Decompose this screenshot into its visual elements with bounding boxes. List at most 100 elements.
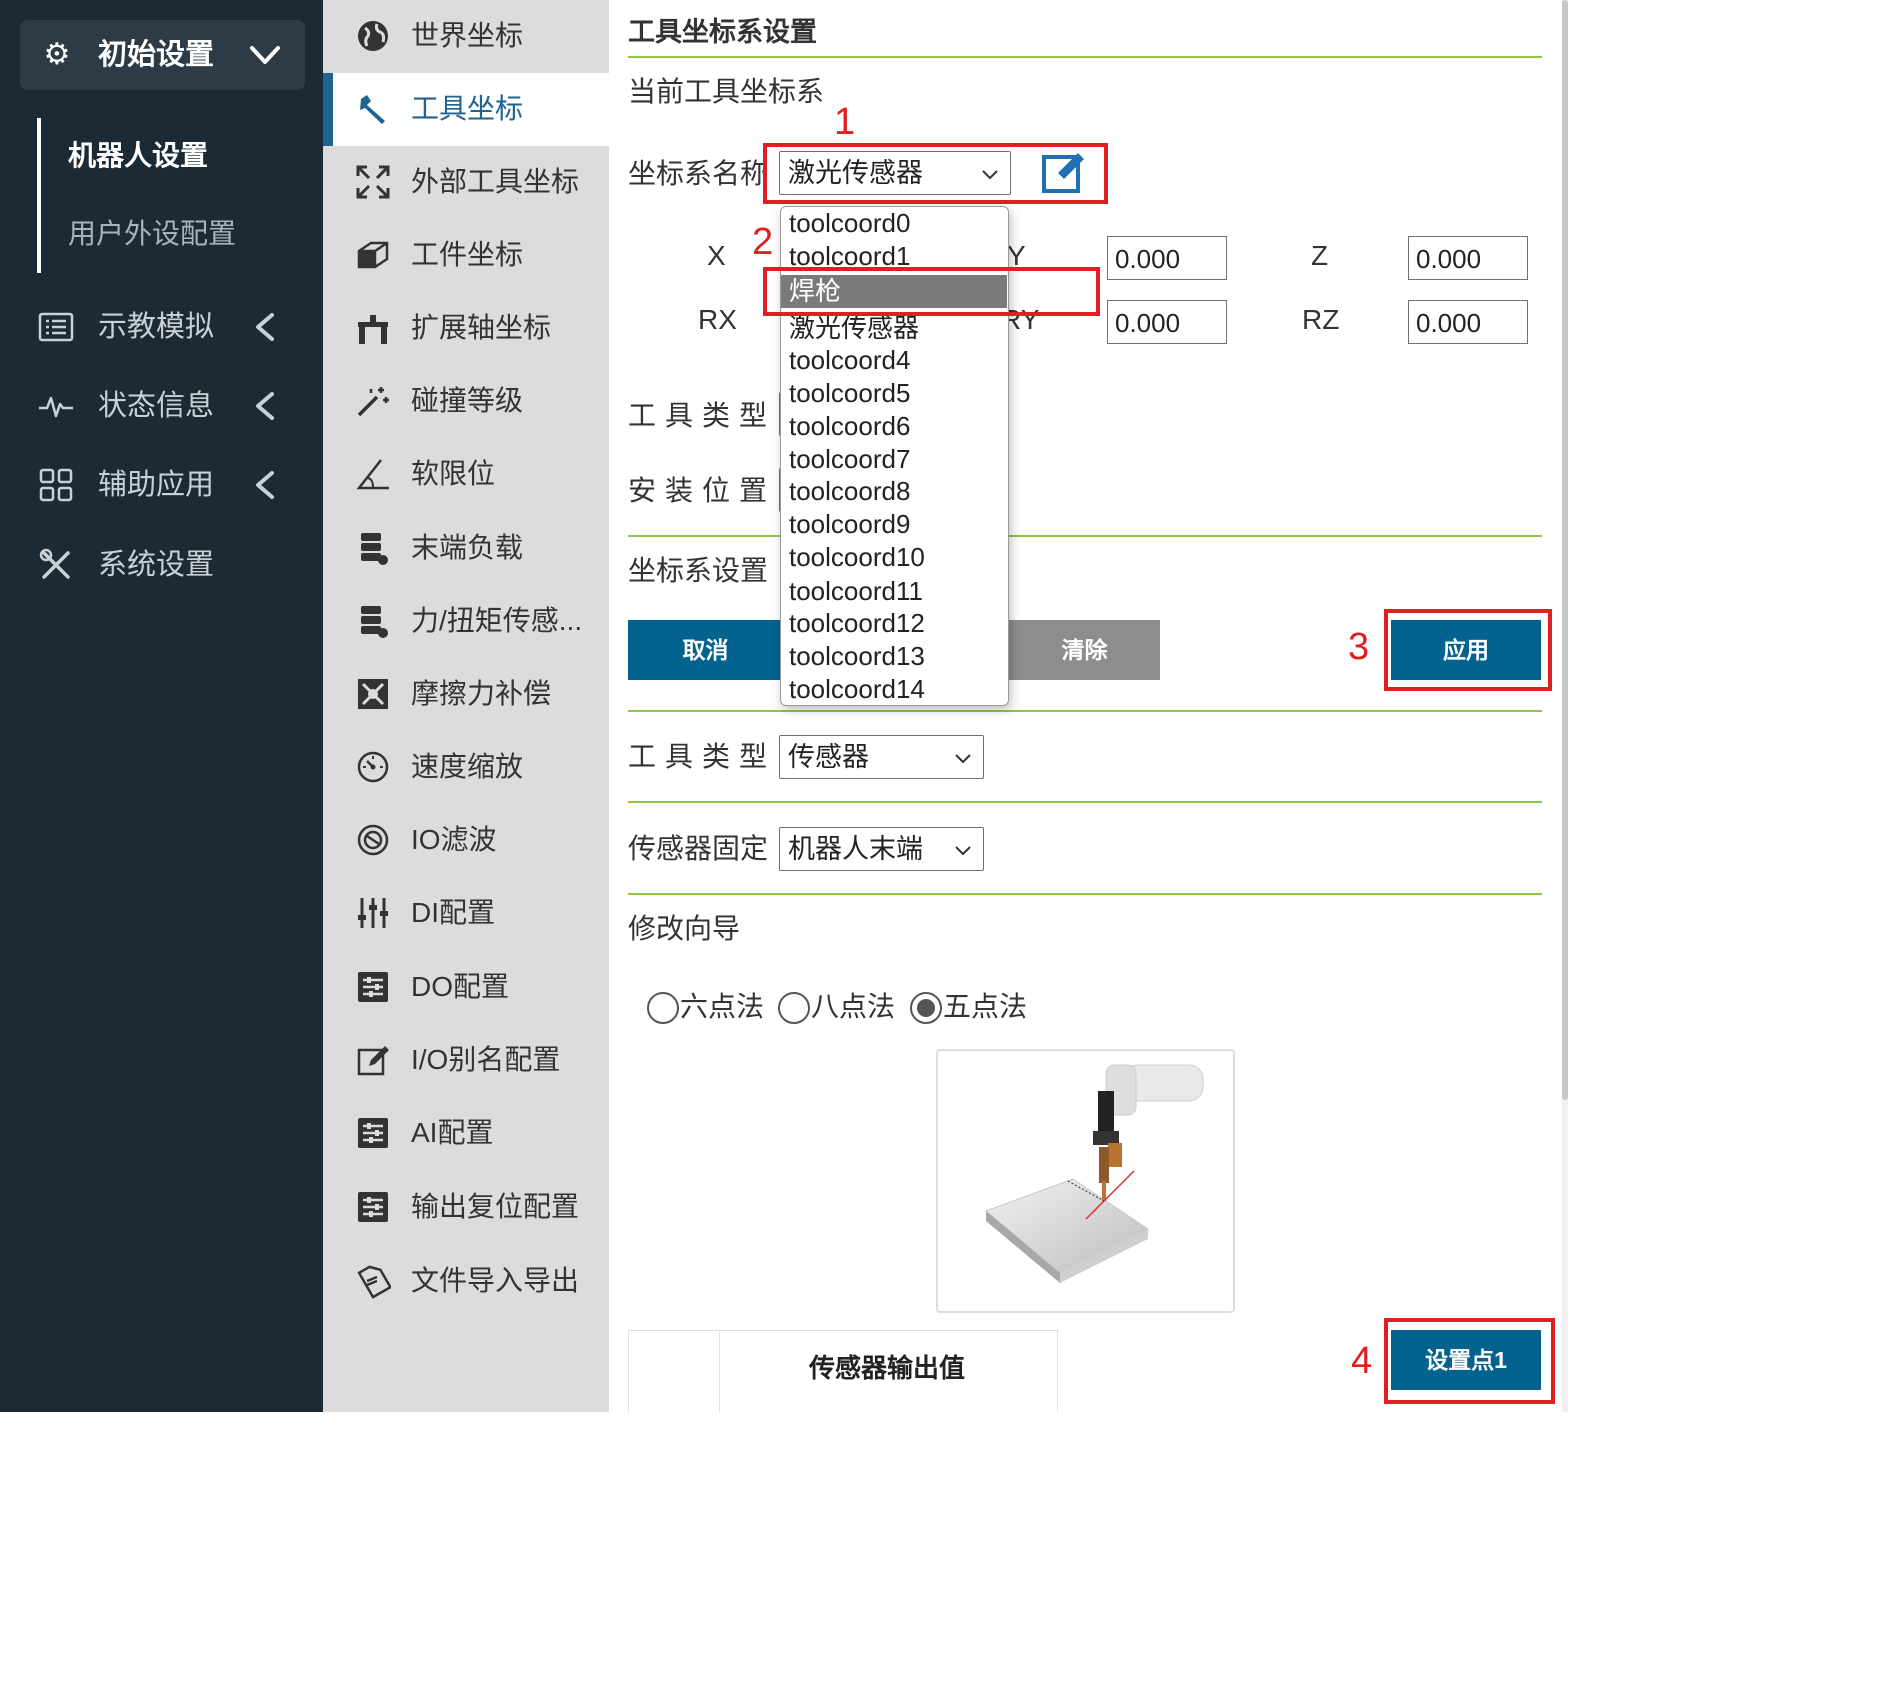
cancel-button[interactable]: 取消 bbox=[628, 620, 783, 680]
menu-item-label: 摩擦力补偿 bbox=[411, 678, 552, 709]
tool-type-label-2: 工具类型 bbox=[628, 741, 777, 772]
menu-item-soft-limit[interactable]: 软限位 bbox=[323, 438, 609, 511]
list-icon bbox=[38, 312, 74, 342]
menu-item-label: I/O别名配置 bbox=[411, 1044, 561, 1075]
divider bbox=[628, 801, 1542, 803]
dropdown-option[interactable]: toolcoord6 bbox=[781, 410, 1007, 443]
five-point-method-illustration bbox=[936, 1049, 1235, 1313]
sidebar-item-status-info[interactable]: 状态信息 bbox=[0, 376, 323, 436]
chevron-down-icon bbox=[955, 754, 971, 764]
annotation-box-4 bbox=[1384, 1318, 1555, 1404]
sidebar-item-label: 状态信息 bbox=[98, 390, 215, 422]
sensor-icon bbox=[361, 606, 388, 638]
menu-item-tool-coord[interactable]: 工具坐标 bbox=[323, 73, 609, 146]
sensor-fixed-label: 传感器固定 bbox=[628, 833, 769, 864]
menu-item-label: 软限位 bbox=[411, 458, 496, 489]
divider bbox=[628, 56, 1542, 58]
five-point-label: 五点法 bbox=[943, 991, 1028, 1022]
menu-item-di-config[interactable]: DI配置 bbox=[323, 877, 609, 950]
dropdown-option[interactable]: toolcoord7 bbox=[781, 443, 1007, 476]
six-point-radio[interactable] bbox=[647, 992, 679, 1024]
dropdown-option[interactable]: toolcoord5 bbox=[781, 377, 1007, 410]
page-title: 工具坐标系设置 bbox=[628, 17, 817, 47]
scrollbar-thumb[interactable] bbox=[1562, 0, 1568, 1100]
menu-item-do-config[interactable]: DO配置 bbox=[323, 951, 609, 1024]
tool-type-value: 传感器 bbox=[788, 742, 869, 772]
menu-item-collision-level[interactable]: 碰撞等级 bbox=[323, 365, 609, 438]
menu-item-speed-scaling[interactable]: 速度缩放 bbox=[323, 731, 609, 804]
menu-item-extension-axis-coord[interactable]: 扩展轴坐标 bbox=[323, 292, 609, 365]
expand-icon bbox=[356, 165, 390, 199]
five-point-radio[interactable] bbox=[910, 992, 942, 1024]
chevron-left-icon bbox=[256, 313, 274, 341]
sidebar-item-robot-settings[interactable]: 机器人设置 bbox=[68, 138, 208, 174]
load-icon bbox=[361, 533, 388, 565]
menu-item-label: 外部工具坐标 bbox=[411, 166, 580, 197]
annotation-box-2 bbox=[763, 267, 1100, 316]
chevron-down-icon bbox=[955, 846, 971, 856]
tools-icon bbox=[39, 548, 70, 579]
sidebar-item-auxiliary-apps[interactable]: 辅助应用 bbox=[0, 455, 323, 515]
sensor-fixed-value: 机器人末端 bbox=[788, 834, 923, 864]
menu-item-label: 力/扭矩传感... bbox=[411, 605, 583, 636]
sensor-output-table: 传感器输出值 bbox=[628, 1330, 1058, 1413]
dropdown-option[interactable]: toolcoord0 bbox=[781, 207, 1007, 240]
tool-type-select[interactable]: 传感器 bbox=[779, 735, 984, 779]
robot-sensor-illustration bbox=[985, 1064, 1204, 1283]
ry-value: 0.000 bbox=[1115, 308, 1181, 338]
menu-item-world-coord[interactable]: 世界坐标 bbox=[323, 0, 609, 73]
annotation-number-1: 1 bbox=[834, 101, 856, 143]
menu-item-io-filter[interactable]: IO滤波 bbox=[323, 804, 609, 877]
dropdown-option[interactable]: toolcoord4 bbox=[781, 344, 1007, 377]
menu-item-label: 末端负载 bbox=[411, 532, 524, 563]
sidebar-item-user-peripherals[interactable]: 用户外设配置 bbox=[68, 216, 236, 252]
annotation-box-3 bbox=[1384, 609, 1552, 691]
dropdown-option[interactable]: toolcoord8 bbox=[781, 475, 1007, 508]
eight-point-radio[interactable] bbox=[778, 992, 810, 1024]
menu-item-io-alias-config[interactable]: I/O别名配置 bbox=[323, 1024, 609, 1097]
sensor-fixed-select[interactable]: 机器人末端 bbox=[779, 827, 984, 871]
install-position-label: 安装位置 bbox=[628, 475, 777, 506]
clear-button[interactable]: 清除 bbox=[1009, 620, 1160, 680]
initial-settings-header[interactable]: ⚙ 初始设置 bbox=[20, 20, 305, 90]
menu-item-label: 碰撞等级 bbox=[411, 385, 524, 416]
menu-item-output-reset-config[interactable]: 输出复位配置 bbox=[323, 1171, 609, 1244]
extension-axis-icon bbox=[358, 315, 388, 344]
menu-item-external-tool-coord[interactable]: 外部工具坐标 bbox=[323, 146, 609, 219]
dropdown-option[interactable]: toolcoord10 bbox=[781, 541, 1007, 574]
dropdown-option[interactable]: 激光传感器 bbox=[781, 312, 1007, 345]
current-tool-coord-label: 当前工具坐标系 bbox=[628, 76, 825, 107]
active-indicator bbox=[323, 73, 333, 146]
menu-item-file-import-export[interactable]: 文件导入导出 bbox=[323, 1245, 609, 1318]
dropdown-option[interactable]: toolcoord13 bbox=[781, 640, 1007, 673]
menu-item-end-load[interactable]: 末端负载 bbox=[323, 512, 609, 585]
sidebar: ⚙ 初始设置 机器人设置 用户外设配置 示教模拟 状态信息 辅助应用 系统设置 bbox=[0, 0, 323, 1412]
config-icon bbox=[358, 972, 388, 1002]
y-value: 0.000 bbox=[1115, 244, 1181, 274]
wizard-label: 修改向导 bbox=[628, 913, 741, 944]
menu-item-force-torque-sensor[interactable]: 力/扭矩传感... bbox=[323, 585, 609, 658]
menu-item-label: 文件导入导出 bbox=[411, 1265, 580, 1296]
dropdown-option[interactable]: toolcoord9 bbox=[781, 508, 1007, 541]
y-input[interactable]: 0.000 bbox=[1107, 236, 1227, 280]
menu-item-label: DO配置 bbox=[411, 971, 510, 1002]
dropdown-option[interactable]: toolcoord12 bbox=[781, 607, 1007, 640]
sidebar-item-label: 系统设置 bbox=[98, 549, 215, 581]
z-input[interactable]: 0.000 bbox=[1408, 236, 1528, 280]
tool-type-label: 工具类型 bbox=[628, 400, 777, 431]
menu-item-friction-compensation[interactable]: 摩擦力补偿 bbox=[323, 658, 609, 731]
menu-item-workpiece-coord[interactable]: 工件坐标 bbox=[323, 219, 609, 292]
settings-menu: 世界坐标 工具坐标 外部工具坐标 工件坐标 扩展轴坐标 碰撞等级 软限位 末端负… bbox=[323, 0, 609, 1412]
dropdown-option[interactable]: toolcoord14 bbox=[781, 673, 1007, 705]
sidebar-item-teach-simulation[interactable]: 示教模拟 bbox=[0, 297, 323, 357]
six-point-label: 六点法 bbox=[680, 991, 765, 1022]
gear-icon: ⚙ bbox=[43, 38, 71, 71]
dropdown-option[interactable]: toolcoord11 bbox=[781, 575, 1007, 608]
ry-input[interactable]: 0.000 bbox=[1107, 300, 1227, 344]
rz-input[interactable]: 0.000 bbox=[1408, 300, 1528, 344]
menu-item-label: 扩展轴坐标 bbox=[411, 312, 552, 343]
pulse-icon bbox=[39, 396, 73, 418]
sidebar-item-system-settings[interactable]: 系统设置 bbox=[0, 535, 323, 595]
menu-item-ai-config[interactable]: AI配置 bbox=[323, 1097, 609, 1170]
rz-value: 0.000 bbox=[1416, 308, 1482, 338]
